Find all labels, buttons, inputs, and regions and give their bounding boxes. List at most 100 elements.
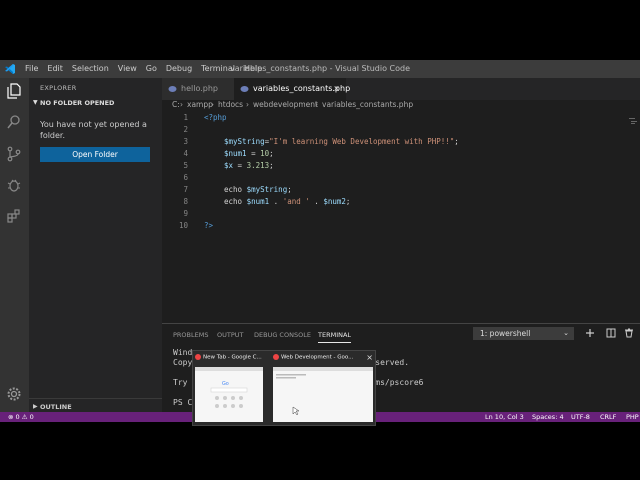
explorer-header: EXPLORER (40, 84, 77, 92)
code-token: $myString (224, 137, 265, 146)
menu-bar: File Edit Selection View Go Debug Terminal Help (25, 64, 271, 73)
activity-bar (0, 78, 29, 412)
code-line[interactable]: 3 $myString="I'm learning Web Development… (162, 136, 640, 148)
preview-thumbnail (273, 367, 373, 422)
taskbar-preview: New Tab - Google C... Go Web Development… (192, 350, 376, 426)
code-line[interactable]: 5 $x = 3.213; (162, 160, 640, 172)
trash-icon[interactable] (624, 328, 634, 338)
preview-window[interactable]: Web Development - Goo... × (271, 351, 375, 425)
preview-thumbnail: Go (195, 367, 263, 422)
settings-gear-icon[interactable] (6, 386, 22, 402)
code-text: echo $myString; (224, 184, 292, 196)
code-text: $x = 3.213; (224, 160, 274, 172)
preview-title: New Tab - Google C... (203, 354, 262, 361)
tab-hello-php[interactable]: hello.php (162, 78, 234, 100)
terminal-select[interactable]: 1: powershell ⌄ (473, 327, 574, 340)
preview-title: Web Development - Goo... (281, 354, 354, 361)
breadcrumb-item[interactable]: xampp (187, 100, 213, 109)
code-token: echo (224, 185, 247, 194)
line-number: 4 (183, 149, 188, 158)
indentation[interactable]: Spaces: 4 (532, 413, 564, 421)
no-folder-section[interactable]: ▼ NO FOLDER OPENED (29, 98, 162, 109)
code-line[interactable]: 8 echo $num1 . 'and ' . $num2; (162, 196, 640, 208)
menu-item-view[interactable]: View (118, 64, 137, 73)
code-token: ; (269, 161, 274, 170)
tab-debug-console[interactable]: DEBUG CONSOLE (254, 331, 311, 339)
no-folder-message: You have not yet opened a folder. (40, 120, 147, 140)
line-ending[interactable]: CRLF (600, 413, 616, 421)
code-line[interactable]: 1 <?php (162, 112, 640, 124)
breadcrumb: C: › xampp › htdocs › webdevelopment › variables… (162, 100, 640, 112)
code-token: . (269, 197, 283, 206)
menu-item-selection[interactable]: Selection (72, 64, 109, 73)
explorer-sidebar: EXPLORER ▼ NO FOLDER OPENED You have not… (29, 78, 162, 412)
source-control-icon[interactable] (6, 146, 22, 162)
breadcrumb-item[interactable]: webdevelopment (253, 100, 318, 109)
php-file-icon (168, 86, 177, 92)
menu-item-help[interactable]: Help (244, 64, 262, 73)
tab-terminal[interactable]: TERMINAL (318, 331, 352, 343)
vscode-logo-icon (5, 64, 15, 74)
svg-text:Go: Go (222, 381, 229, 387)
code-token: 'and ' (282, 197, 310, 206)
code-line[interactable]: 9 (162, 208, 640, 220)
code-line[interactable]: 6 (162, 172, 640, 184)
line-number: 6 (183, 173, 188, 182)
encoding[interactable]: UTF-8 (571, 413, 590, 421)
language-mode[interactable]: PHP (626, 413, 639, 421)
preview-header: New Tab - Google C... (195, 354, 279, 364)
breadcrumb-item[interactable]: variables_constants.php (322, 100, 413, 109)
code-token: . (309, 197, 324, 206)
menu-item-edit[interactable]: Edit (47, 64, 63, 73)
menu-item-go[interactable]: Go (146, 64, 157, 73)
breadcrumb-separator: › (211, 100, 214, 109)
close-preview-icon[interactable]: × (366, 353, 373, 362)
breadcrumb-item[interactable]: htdocs (218, 100, 243, 109)
new-terminal-icon[interactable] (585, 328, 595, 338)
code-token: $num1 (224, 149, 247, 158)
menu-item-file[interactable]: File (25, 64, 38, 73)
code-token: ?> (204, 221, 214, 230)
close-tab-icon[interactable]: × (333, 78, 340, 100)
web-page-thumbnail (273, 367, 373, 416)
breadcrumb-separator: › (180, 100, 183, 109)
code-line[interactable]: 4 $num1 = 10; (162, 148, 640, 160)
code-line[interactable]: 7 echo $myString; (162, 184, 640, 196)
code-token: echo (224, 197, 247, 206)
tab-problems[interactable]: PROBLEMS (173, 331, 208, 339)
tab-variables-constants-php[interactable]: variables_constants.php × (234, 78, 350, 100)
code-token: = (246, 149, 261, 158)
open-folder-button[interactable]: Open Folder (40, 147, 150, 162)
section-title: NO FOLDER OPENED (40, 99, 115, 107)
preview-window[interactable]: New Tab - Google C... Go (193, 351, 281, 425)
code-token: $num1 (246, 197, 270, 206)
menu-item-debug[interactable]: Debug (166, 64, 192, 73)
code-token: "I'm learning Web Development with PHP!!… (269, 137, 455, 146)
code-token: ; (269, 149, 274, 158)
tab-output[interactable]: OUTPUT (217, 331, 244, 339)
extensions-icon[interactable] (6, 208, 22, 224)
line-number: 1 (183, 113, 188, 122)
debug-icon[interactable] (6, 177, 22, 193)
menu-item-terminal[interactable]: Terminal (201, 64, 235, 73)
code-token: <?php (204, 113, 227, 122)
split-terminal-icon[interactable] (606, 328, 616, 338)
terminal-line: Wind (173, 348, 193, 357)
cursor-position[interactable]: Ln 10, Col 3 (485, 413, 524, 421)
code-line[interactable]: 10 ?> (162, 220, 640, 232)
code-token: ; (345, 197, 351, 206)
outline-title: OUTLINE (40, 403, 72, 411)
line-number: 5 (183, 161, 188, 170)
problems-count[interactable]: ⊗ 0 ⚠ 0 (8, 413, 34, 421)
code-line[interactable]: 2 (162, 124, 640, 136)
breadcrumb-item[interactable]: C: (172, 100, 180, 109)
outline-section[interactable]: ▶ OUTLINE (29, 398, 162, 413)
breadcrumb-separator: › (246, 100, 249, 109)
search-icon[interactable] (6, 114, 22, 130)
code-editor[interactable]: 1 <?php 2 3 $myString="I'm learning Web Deve… (162, 112, 640, 322)
explorer-icon[interactable] (6, 83, 22, 99)
code-text: ?> (204, 220, 213, 232)
code-token: ; (454, 137, 459, 146)
code-text: <?php (204, 112, 227, 124)
line-number: 7 (183, 185, 188, 194)
